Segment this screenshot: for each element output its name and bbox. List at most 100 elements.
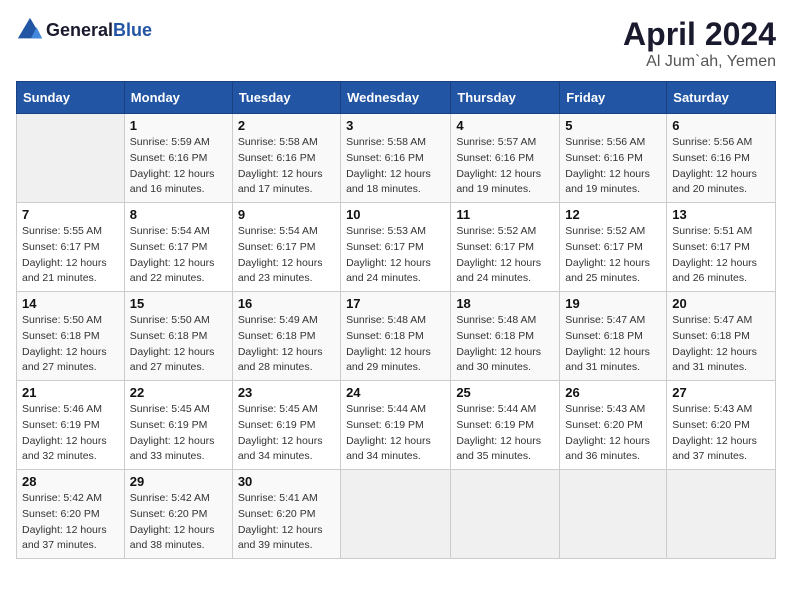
weekday-header: Saturday xyxy=(667,82,776,114)
day-info: Sunrise: 5:44 AM Sunset: 6:19 PM Dayligh… xyxy=(456,402,554,465)
calendar-day-cell: 14 Sunrise: 5:50 AM Sunset: 6:18 PM Dayli… xyxy=(17,292,125,381)
calendar-week-row: 7 Sunrise: 5:55 AM Sunset: 6:17 PM Daylig… xyxy=(17,203,776,292)
day-number: 28 xyxy=(22,474,119,489)
calendar-day-cell: 26 Sunrise: 5:43 AM Sunset: 6:20 PM Dayli… xyxy=(560,381,667,470)
day-number: 9 xyxy=(238,207,335,222)
day-info: Sunrise: 5:47 AM Sunset: 6:18 PM Dayligh… xyxy=(672,313,770,376)
page-header: GeneralBlue April 2024 Al Jum`ah, Yemen xyxy=(16,16,776,71)
day-info: Sunrise: 5:50 AM Sunset: 6:18 PM Dayligh… xyxy=(22,313,119,376)
calendar-day-cell: 10Sunrise: 5:53 AM Sunset: 6:17 PM Dayli… xyxy=(341,203,451,292)
day-info: Sunrise: 5:55 AM Sunset: 6:17 PM Dayligh… xyxy=(22,224,119,287)
day-number: 19 xyxy=(565,296,661,311)
weekday-header: Thursday xyxy=(451,82,560,114)
day-info: Sunrise: 5:46 AM Sunset: 6:19 PM Dayligh… xyxy=(22,402,119,465)
weekday-header: Monday xyxy=(124,82,232,114)
calendar-day-cell: 18 Sunrise: 5:48 AM Sunset: 6:18 PM Dayli… xyxy=(451,292,560,381)
calendar-day-cell: 5 Sunrise: 5:56 AM Sunset: 6:16 PM Daylig… xyxy=(560,114,667,203)
calendar-day-cell: 13Sunrise: 5:51 AM Sunset: 6:17 PM Dayli… xyxy=(667,203,776,292)
logo-blue: Blue xyxy=(113,20,152,40)
day-info: Sunrise: 5:47 AM Sunset: 6:18 PM Dayligh… xyxy=(565,313,661,376)
day-info: Sunrise: 5:59 AM Sunset: 6:16 PM Dayligh… xyxy=(130,135,227,198)
weekday-header: Tuesday xyxy=(232,82,340,114)
calendar-day-cell: 6Sunrise: 5:56 AM Sunset: 6:16 PM Daylig… xyxy=(667,114,776,203)
day-number: 27 xyxy=(672,385,770,400)
calendar-day-cell: 16Sunrise: 5:49 AM Sunset: 6:18 PM Dayli… xyxy=(232,292,340,381)
calendar-day-cell: 7 Sunrise: 5:55 AM Sunset: 6:17 PM Daylig… xyxy=(17,203,125,292)
calendar-day-cell xyxy=(560,470,667,559)
calendar-day-cell: 20 Sunrise: 5:47 AM Sunset: 6:18 PM Dayli… xyxy=(667,292,776,381)
calendar-day-cell: 11 Sunrise: 5:52 AM Sunset: 6:17 PM Dayli… xyxy=(451,203,560,292)
day-number: 6 xyxy=(672,118,770,133)
calendar-day-cell: 4Sunrise: 5:57 AM Sunset: 6:16 PM Daylig… xyxy=(451,114,560,203)
calendar-day-cell: 19 Sunrise: 5:47 AM Sunset: 6:18 PM Dayli… xyxy=(560,292,667,381)
logo-general: General xyxy=(46,20,113,40)
day-info: Sunrise: 5:53 AM Sunset: 6:17 PM Dayligh… xyxy=(346,224,445,287)
day-number: 23 xyxy=(238,385,335,400)
calendar-day-cell xyxy=(341,470,451,559)
day-info: Sunrise: 5:42 AM Sunset: 6:20 PM Dayligh… xyxy=(22,491,119,554)
day-number: 3 xyxy=(346,118,445,133)
day-number: 2 xyxy=(238,118,335,133)
day-info: Sunrise: 5:44 AM Sunset: 6:19 PM Dayligh… xyxy=(346,402,445,465)
calendar-day-cell: 17 Sunrise: 5:48 AM Sunset: 6:18 PM Dayli… xyxy=(341,292,451,381)
day-info: Sunrise: 5:49 AM Sunset: 6:18 PM Dayligh… xyxy=(238,313,335,376)
calendar-day-cell: 22 Sunrise: 5:45 AM Sunset: 6:19 PM Dayli… xyxy=(124,381,232,470)
location-title: Al Jum`ah, Yemen xyxy=(623,53,776,71)
calendar-week-row: 14 Sunrise: 5:50 AM Sunset: 6:18 PM Dayli… xyxy=(17,292,776,381)
weekday-header: Wednesday xyxy=(341,82,451,114)
calendar-day-cell: 28 Sunrise: 5:42 AM Sunset: 6:20 PM Dayli… xyxy=(17,470,125,559)
day-number: 20 xyxy=(672,296,770,311)
day-info: Sunrise: 5:58 AM Sunset: 6:16 PM Dayligh… xyxy=(346,135,445,198)
day-number: 22 xyxy=(130,385,227,400)
day-number: 5 xyxy=(565,118,661,133)
calendar-week-row: 28 Sunrise: 5:42 AM Sunset: 6:20 PM Dayli… xyxy=(17,470,776,559)
calendar-header-row: SundayMondayTuesdayWednesdayThursdayFrid… xyxy=(17,82,776,114)
calendar-day-cell: 1 Sunrise: 5:59 AM Sunset: 6:16 PM Daylig… xyxy=(124,114,232,203)
calendar-day-cell: 23 Sunrise: 5:45 AM Sunset: 6:19 PM Dayli… xyxy=(232,381,340,470)
calendar-day-cell xyxy=(451,470,560,559)
day-info: Sunrise: 5:58 AM Sunset: 6:16 PM Dayligh… xyxy=(238,135,335,198)
day-number: 14 xyxy=(22,296,119,311)
calendar-day-cell: 30 Sunrise: 5:41 AM Sunset: 6:20 PM Dayli… xyxy=(232,470,340,559)
day-info: Sunrise: 5:43 AM Sunset: 6:20 PM Dayligh… xyxy=(565,402,661,465)
calendar-day-cell: 25Sunrise: 5:44 AM Sunset: 6:19 PM Dayli… xyxy=(451,381,560,470)
day-info: Sunrise: 5:48 AM Sunset: 6:18 PM Dayligh… xyxy=(456,313,554,376)
day-number: 21 xyxy=(22,385,119,400)
calendar-day-cell: 21 Sunrise: 5:46 AM Sunset: 6:19 PM Dayli… xyxy=(17,381,125,470)
day-number: 13 xyxy=(672,207,770,222)
calendar-table: SundayMondayTuesdayWednesdayThursdayFrid… xyxy=(16,81,776,559)
day-info: Sunrise: 5:41 AM Sunset: 6:20 PM Dayligh… xyxy=(238,491,335,554)
day-info: Sunrise: 5:43 AM Sunset: 6:20 PM Dayligh… xyxy=(672,402,770,465)
weekday-header: Sunday xyxy=(17,82,125,114)
day-number: 18 xyxy=(456,296,554,311)
day-number: 1 xyxy=(130,118,227,133)
day-info: Sunrise: 5:45 AM Sunset: 6:19 PM Dayligh… xyxy=(238,402,335,465)
day-number: 24 xyxy=(346,385,445,400)
calendar-day-cell: 24 Sunrise: 5:44 AM Sunset: 6:19 PM Dayli… xyxy=(341,381,451,470)
day-number: 11 xyxy=(456,207,554,222)
day-number: 4 xyxy=(456,118,554,133)
day-info: Sunrise: 5:56 AM Sunset: 6:16 PM Dayligh… xyxy=(565,135,661,198)
calendar-day-cell: 2 Sunrise: 5:58 AM Sunset: 6:16 PM Daylig… xyxy=(232,114,340,203)
calendar-day-cell: 8Sunrise: 5:54 AM Sunset: 6:17 PM Daylig… xyxy=(124,203,232,292)
day-info: Sunrise: 5:54 AM Sunset: 6:17 PM Dayligh… xyxy=(130,224,227,287)
calendar-day-cell: 29Sunrise: 5:42 AM Sunset: 6:20 PM Dayli… xyxy=(124,470,232,559)
day-number: 30 xyxy=(238,474,335,489)
day-number: 7 xyxy=(22,207,119,222)
day-info: Sunrise: 5:54 AM Sunset: 6:17 PM Dayligh… xyxy=(238,224,335,287)
title-area: April 2024 Al Jum`ah, Yemen xyxy=(623,16,776,71)
day-number: 17 xyxy=(346,296,445,311)
day-info: Sunrise: 5:48 AM Sunset: 6:18 PM Dayligh… xyxy=(346,313,445,376)
day-info: Sunrise: 5:42 AM Sunset: 6:20 PM Dayligh… xyxy=(130,491,227,554)
logo-icon xyxy=(16,16,44,44)
calendar-day-cell xyxy=(667,470,776,559)
day-info: Sunrise: 5:45 AM Sunset: 6:19 PM Dayligh… xyxy=(130,402,227,465)
day-number: 15 xyxy=(130,296,227,311)
day-number: 26 xyxy=(565,385,661,400)
day-info: Sunrise: 5:52 AM Sunset: 6:17 PM Dayligh… xyxy=(456,224,554,287)
calendar-day-cell xyxy=(17,114,125,203)
day-info: Sunrise: 5:52 AM Sunset: 6:17 PM Dayligh… xyxy=(565,224,661,287)
calendar-day-cell: 12 Sunrise: 5:52 AM Sunset: 6:17 PM Dayli… xyxy=(560,203,667,292)
month-title: April 2024 xyxy=(623,16,776,53)
day-number: 12 xyxy=(565,207,661,222)
